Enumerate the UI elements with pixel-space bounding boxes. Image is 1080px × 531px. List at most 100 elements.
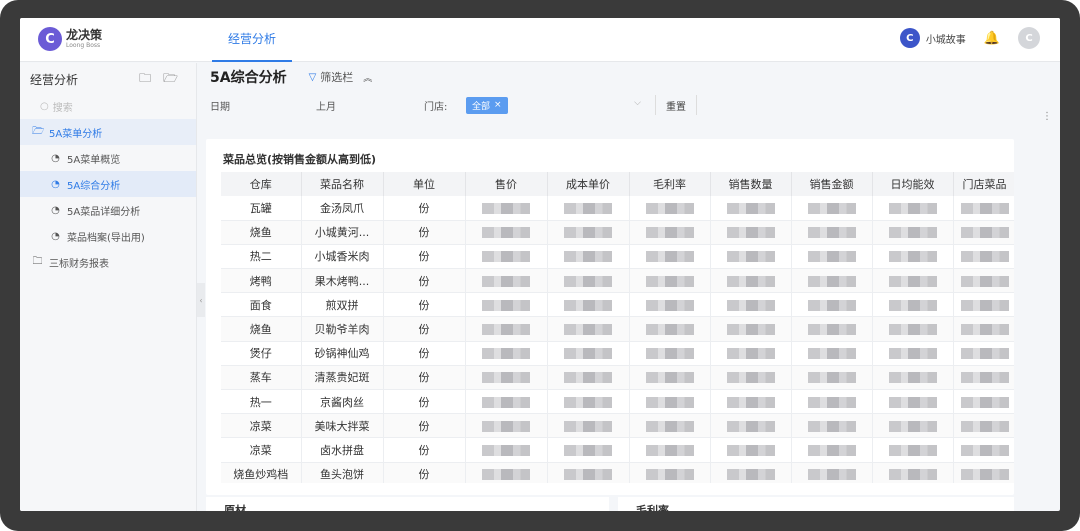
redacted-value	[482, 396, 530, 408]
card-title: 毛利率	[636, 504, 669, 511]
store-name[interactable]: 小城故事	[926, 31, 966, 46]
redacted-cell	[629, 365, 711, 391]
redacted-value	[564, 202, 612, 214]
redacted-value	[645, 444, 694, 456]
table-row[interactable]: 瓦罐 金汤凤爪份	[221, 196, 1014, 221]
app-screen: C 龙决策 Loong Boss 经营分析 C 小城故事 🔔 C 经营分析 🗀 …	[20, 18, 1060, 511]
table-cell: 凉菜	[221, 413, 302, 439]
table-cell: 份	[383, 196, 466, 221]
redacted-value	[482, 251, 530, 263]
redacted-value	[807, 348, 856, 360]
table-row[interactable]: 面食 煎双拼份	[221, 292, 1014, 318]
table-row[interactable]: 凉菜 卤水拼盘份	[221, 437, 1014, 463]
table-row[interactable]: 烧鱼 小城黄河... 份	[221, 220, 1014, 245]
app-logo[interactable]: C 龙决策 Loong Boss	[38, 27, 102, 51]
redacted-cell	[791, 316, 873, 342]
redacted-value	[726, 372, 775, 384]
redacted-value	[960, 396, 1009, 408]
redacted-cell	[791, 413, 873, 439]
redacted-value	[726, 396, 775, 408]
redacted-cell	[710, 196, 792, 221]
filter-toggle-button[interactable]: ▽ 筛选栏 ︽	[309, 69, 373, 85]
redacted-value	[726, 202, 775, 214]
redacted-cell	[629, 462, 711, 483]
table-cell: 份	[383, 437, 466, 463]
redacted-cell	[872, 341, 954, 366]
redacted-cell	[872, 244, 954, 270]
table-row[interactable]: 热一 京酱肉丝份	[221, 389, 1014, 415]
table-row[interactable]: 烤鸭 果木烤鸭... 份	[221, 268, 1014, 294]
redacted-value	[807, 227, 856, 239]
page-title: 5A综合分析	[210, 70, 287, 86]
table-row[interactable]: 煲仔 砂锅神仙鸡份	[221, 341, 1014, 366]
reset-button[interactable]: 重置	[655, 95, 697, 115]
redacted-value	[482, 348, 530, 360]
column-header[interactable]: 日均能效	[872, 172, 954, 196]
column-header[interactable]: 仓库	[221, 172, 302, 196]
sidebar-item-dish-archive[interactable]: ◔ 菜品档案(导出用)	[20, 223, 196, 249]
redacted-value	[482, 202, 530, 214]
redacted-value	[807, 420, 856, 432]
column-header[interactable]: 成本单价	[547, 172, 630, 196]
column-header[interactable]: 售价	[465, 172, 548, 196]
folder-settings-icon[interactable]: 🗁	[163, 69, 178, 90]
column-header[interactable]: 门店菜品	[953, 172, 1014, 196]
table-cell: 份	[383, 462, 466, 483]
sidebar-collapse-handle[interactable]: ‹	[197, 283, 205, 317]
redacted-cell	[547, 220, 630, 245]
sidebar-search[interactable]: ○ 搜索	[20, 93, 196, 119]
column-header[interactable]: 销售金额	[791, 172, 873, 196]
store-logo-icon[interactable]: C	[899, 28, 920, 48]
table-row[interactable]: 凉菜 美味大拌菜份	[221, 413, 1014, 439]
table-cell: 鱼头泡饼	[301, 462, 384, 483]
redacted-cell	[465, 365, 548, 391]
folder-icon[interactable]: 🗀	[139, 69, 151, 90]
sidebar-item-5a-comprehensive-analysis[interactable]: ◔ 5A综合分析	[20, 171, 196, 197]
table-row[interactable]: 烧鱼 贝勒爷羊肉份	[221, 316, 1014, 342]
redacted-value	[807, 396, 856, 408]
tab-business-analysis[interactable]: 经营分析	[212, 18, 292, 62]
table-row[interactable]: 蒸车 清蒸贵妃斑份	[221, 365, 1014, 391]
redacted-cell	[710, 437, 792, 463]
redacted-cell	[953, 341, 1014, 366]
dish-table[interactable]: 仓库 菜品名称 单位 售价 成本单价 毛利率 销售数量 销售金额 日均能效 门店菜品 瓦罐 金汤凤爪…	[221, 172, 1014, 483]
redacted-value	[645, 227, 694, 239]
date-range-select[interactable]: 上月	[316, 98, 336, 113]
bell-icon[interactable]: 🔔	[984, 31, 1000, 46]
redacted-cell	[465, 244, 548, 270]
redacted-cell	[465, 462, 548, 483]
dashboard-icon: ◔	[51, 152, 60, 164]
chevron-up-icon: ︽	[363, 73, 373, 84]
column-header[interactable]: 菜品名称	[301, 172, 384, 196]
sidebar-title: 经营分析	[30, 72, 79, 87]
redacted-value	[888, 396, 937, 408]
redacted-value	[807, 372, 856, 384]
redacted-cell	[953, 365, 1014, 391]
table-cell: 份	[383, 341, 466, 366]
redacted-value	[888, 202, 937, 214]
sidebar-item-5a-dish-detail[interactable]: ◔ 5A菜品详细分析	[20, 197, 196, 223]
table-cell: 份	[383, 292, 466, 318]
redacted-value	[564, 372, 612, 384]
redacted-value	[807, 444, 856, 456]
store-select[interactable]: 全部 × ⌵	[466, 95, 641, 115]
redacted-cell	[547, 365, 630, 391]
table-cell: 卤水拼盘	[301, 437, 384, 463]
redacted-cell	[791, 196, 873, 221]
column-header[interactable]: 单位	[383, 172, 466, 196]
search-input[interactable]: 搜索	[53, 99, 73, 114]
table-cell: 煲仔	[221, 341, 302, 366]
redacted-value	[564, 469, 612, 481]
column-header[interactable]: 毛利率	[629, 172, 711, 196]
redacted-cell	[872, 365, 954, 391]
table-cell: 清蒸贵妃斑	[301, 365, 384, 391]
redacted-value	[960, 299, 1009, 311]
table-row[interactable]: 烧鱼炒鸡档 鱼头泡饼份	[221, 462, 1014, 483]
avatar[interactable]: C	[1018, 27, 1040, 49]
table-row[interactable]: 热二 小城香米肉份	[221, 244, 1014, 270]
sidebar-item-financial-report[interactable]: 🗀 三标财务报表	[20, 249, 196, 275]
sidebar-item-5a-menu-overview[interactable]: ◔ 5A菜单概览	[20, 145, 196, 171]
column-header[interactable]: 销售数量	[710, 172, 792, 196]
close-icon[interactable]: ×	[494, 100, 502, 110]
sidebar-item-5a-menu-analysis[interactable]: 🗁 5A菜单分析	[20, 119, 196, 145]
